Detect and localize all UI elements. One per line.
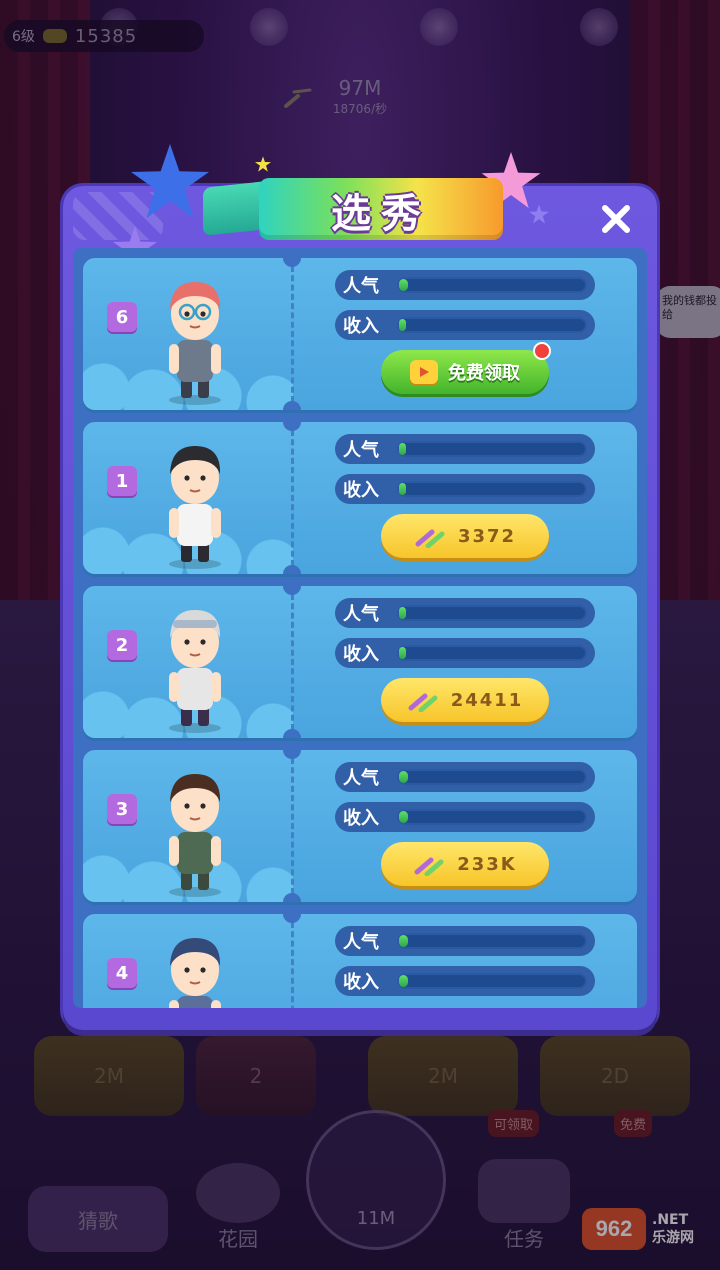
income-bar-fill bbox=[399, 319, 407, 331]
income-bar bbox=[397, 481, 587, 497]
popularity-label: 人气 bbox=[343, 276, 379, 297]
close-icon bbox=[602, 205, 630, 233]
popularity-stat: 人气 bbox=[335, 926, 595, 956]
free-claim-label: 免费领取 bbox=[448, 363, 520, 384]
video-ad-icon bbox=[410, 360, 438, 384]
popularity-label: 人气 bbox=[343, 604, 379, 625]
income-label: 收入 bbox=[343, 972, 379, 993]
popularity-stat: 人气 bbox=[335, 270, 595, 300]
popularity-label: 人气 bbox=[343, 932, 379, 953]
star-icon bbox=[255, 156, 271, 172]
price-label: 3372 bbox=[457, 525, 517, 547]
income-label: 收入 bbox=[343, 644, 379, 665]
rank-badge: 3 bbox=[107, 794, 137, 824]
popularity-stat: 人气 bbox=[335, 762, 595, 792]
buy-button[interactable]: 3372 bbox=[381, 514, 549, 558]
candidate-card: 6 人气收入免费领取 bbox=[83, 258, 637, 410]
rank-badge: 6 bbox=[107, 302, 137, 332]
price-label: 24411 bbox=[450, 689, 524, 711]
card-divider bbox=[291, 266, 294, 402]
character-avatar bbox=[145, 758, 245, 898]
popularity-bar bbox=[397, 933, 587, 949]
income-label: 收入 bbox=[343, 808, 379, 829]
free-claim-button[interactable]: 免费领取 bbox=[381, 342, 551, 394]
rank-badge: 2 bbox=[107, 630, 137, 660]
income-stat: 收入 bbox=[335, 310, 595, 340]
buy-button[interactable]: 24411 bbox=[381, 678, 549, 722]
price-label: 233K bbox=[457, 853, 517, 875]
notification-dot bbox=[533, 342, 551, 360]
popularity-bar bbox=[397, 769, 587, 785]
card-notch bbox=[283, 422, 301, 431]
card-notch bbox=[283, 565, 301, 574]
popularity-bar bbox=[397, 441, 587, 457]
income-stat: 收入 bbox=[335, 802, 595, 832]
modal-header: 选秀 bbox=[63, 144, 657, 268]
talent-show-modal: 选秀 6 人气 收入 免费领取 1 人气 收入 3372 2 人气 收入 24411 3 人气 收入 233K… bbox=[63, 144, 657, 1030]
character-avatar bbox=[145, 430, 245, 570]
star-icon bbox=[529, 204, 549, 224]
close-button[interactable] bbox=[595, 198, 637, 240]
character-avatar bbox=[145, 266, 245, 406]
candidate-card: 2 人气收入 24411 bbox=[83, 586, 637, 738]
popularity-bar-fill bbox=[399, 443, 407, 455]
card-divider bbox=[291, 430, 294, 566]
glowstick-icon bbox=[415, 529, 445, 548]
income-label: 收入 bbox=[343, 480, 379, 501]
income-bar-fill bbox=[399, 647, 407, 659]
popularity-label: 人气 bbox=[343, 440, 379, 461]
income-bar bbox=[397, 973, 587, 989]
candidate-card: 4 人气收入 bbox=[83, 914, 637, 1008]
card-divider bbox=[291, 922, 294, 1008]
rank-badge: 4 bbox=[107, 958, 137, 988]
card-notch bbox=[283, 258, 301, 267]
glowstick-icon bbox=[414, 857, 444, 876]
buy-button[interactable]: 233K bbox=[381, 842, 549, 886]
popularity-bar bbox=[397, 605, 587, 621]
candidate-card: 3 人气收入 233K bbox=[83, 750, 637, 902]
card-notch bbox=[283, 750, 301, 759]
card-divider bbox=[291, 758, 294, 894]
income-bar bbox=[397, 809, 587, 825]
income-stat: 收入 bbox=[335, 638, 595, 668]
card-notch bbox=[283, 914, 301, 923]
popularity-bar-fill bbox=[399, 935, 409, 947]
modal-title: 选秀 bbox=[331, 191, 431, 237]
popularity-bar-fill bbox=[399, 279, 409, 291]
income-stat: 收入 bbox=[335, 474, 595, 504]
card-notch bbox=[283, 586, 301, 595]
popularity-bar-fill bbox=[399, 771, 409, 783]
popularity-stat: 人气 bbox=[335, 598, 595, 628]
popularity-label: 人气 bbox=[343, 768, 379, 789]
candidate-card: 1 人气收入 3372 bbox=[83, 422, 637, 574]
candidate-list[interactable]: 6 人气 收入 免费领取 1 人气 收入 3372 2 人气 收入 24411 3 人气 收入 233K 4 人气… bbox=[73, 248, 647, 1008]
card-notch bbox=[283, 893, 301, 902]
candidate-list-inner: 6 人气 收入 免费领取 1 人气 收入 3372 2 人气 收入 24411 3 人气 收入 233K 4 人气… bbox=[83, 258, 637, 1008]
star-icon bbox=[131, 144, 209, 218]
rank-badge: 1 bbox=[107, 466, 137, 496]
character-avatar bbox=[145, 594, 245, 734]
income-bar-fill bbox=[399, 811, 409, 823]
income-bar bbox=[397, 317, 587, 333]
popularity-bar-fill bbox=[399, 607, 407, 619]
card-divider bbox=[291, 594, 294, 730]
character-avatar bbox=[145, 922, 245, 1008]
income-label: 收入 bbox=[343, 316, 379, 337]
glowstick-icon bbox=[408, 693, 438, 712]
popularity-stat: 人气 bbox=[335, 434, 595, 464]
income-stat: 收入 bbox=[335, 966, 595, 996]
income-bar bbox=[397, 645, 587, 661]
card-notch bbox=[283, 401, 301, 410]
popularity-bar bbox=[397, 277, 587, 293]
income-bar-fill bbox=[399, 975, 409, 987]
income-bar-fill bbox=[399, 483, 407, 495]
card-notch bbox=[283, 729, 301, 738]
